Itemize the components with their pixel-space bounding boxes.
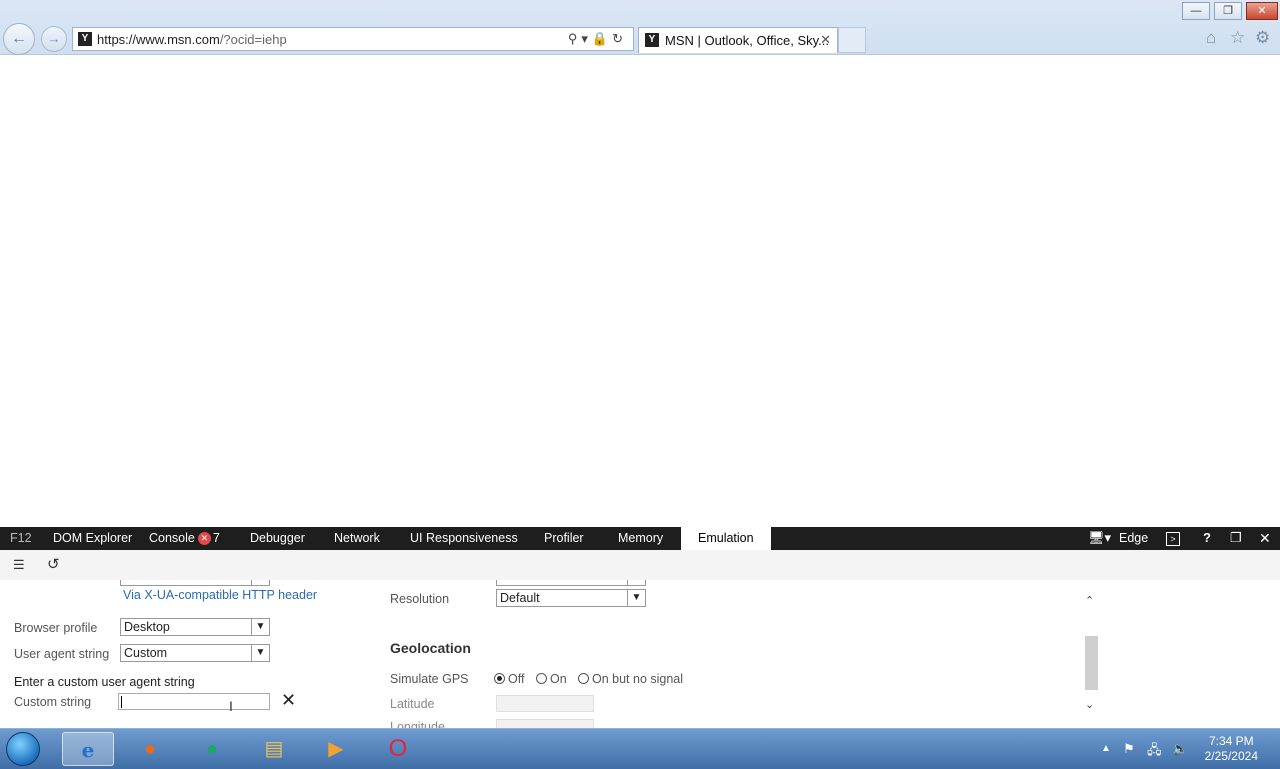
devtools-tab-bar: F12 DOM Explorer Console ✕ 7 Debugger Netw… bbox=[0, 527, 1280, 550]
resolution-label: Resolution bbox=[390, 592, 450, 606]
refresh-icon[interactable]: ↻ bbox=[612, 31, 627, 46]
windows-taskbar: e ● ● ▤ ▶ O ▲ ⚑ 🖧 🔈 7:34 PM 2/25/2024 bbox=[0, 728, 1280, 769]
msn-favicon-icon: Y bbox=[78, 32, 92, 46]
simulate-gps-label: Simulate GPS bbox=[390, 672, 469, 686]
text-caret bbox=[121, 696, 122, 708]
close-tab-icon[interactable]: ✕ bbox=[820, 32, 831, 48]
settings-gear-icon[interactable]: ⚙ bbox=[1255, 28, 1270, 48]
file-explorer-icon[interactable]: ▤ bbox=[248, 732, 300, 766]
forward-arrow-icon: → bbox=[47, 31, 61, 46]
tab-network[interactable]: Network bbox=[334, 531, 380, 545]
resolution-select[interactable]: Default ▼ bbox=[496, 589, 646, 607]
emulation-panel: Via X-UA-compatible HTTP header Browser … bbox=[0, 580, 1100, 728]
clear-icon[interactable]: ✕ bbox=[281, 690, 296, 711]
address-actions: ⚲▾🔒↻ bbox=[568, 31, 627, 47]
user-agent-select[interactable]: Custom ▼ bbox=[120, 644, 270, 662]
chevron-down-icon: ▼ bbox=[627, 590, 645, 606]
geolocation-heading: Geolocation bbox=[390, 640, 471, 656]
latitude-label: Latitude bbox=[390, 697, 435, 711]
tab-memory[interactable]: Memory bbox=[618, 531, 663, 545]
radio-icon bbox=[578, 673, 589, 684]
edge-icon[interactable]: ● bbox=[186, 732, 238, 766]
page-viewport[interactable] bbox=[0, 55, 1280, 527]
i-beam-cursor: I bbox=[229, 698, 233, 714]
firefox-icon[interactable]: ● bbox=[124, 732, 176, 766]
browser-profile-label: Browser profile bbox=[14, 621, 98, 635]
show-hidden-icons[interactable]: ▲ bbox=[1101, 743, 1111, 754]
custom-string-input[interactable] bbox=[118, 693, 270, 710]
tab-ui-responsiveness[interactable]: UI Responsiveness bbox=[410, 531, 518, 545]
radio-icon bbox=[536, 673, 547, 684]
favorites-star-icon[interactable]: ☆ bbox=[1230, 28, 1245, 48]
close-devtools-icon[interactable]: ✕ bbox=[1259, 530, 1271, 547]
tab-dom-explorer[interactable]: DOM Explorer bbox=[53, 531, 132, 545]
scroll-up-icon[interactable]: ⌃ bbox=[1085, 594, 1094, 607]
console-error-count: 7 bbox=[212, 531, 220, 545]
scroll-down-icon[interactable]: ⌄ bbox=[1085, 698, 1094, 711]
internet-explorer-icon[interactable]: e bbox=[62, 732, 114, 766]
document-mode-select[interactable] bbox=[120, 580, 270, 586]
chevron-down-icon: ▼ bbox=[251, 619, 269, 635]
tab-profiler[interactable]: Profiler bbox=[544, 531, 584, 545]
close-window-button[interactable]: ✕ bbox=[1246, 2, 1278, 20]
dropdown-icon[interactable]: ▾ bbox=[581, 31, 592, 46]
msn-favicon-icon: Y bbox=[645, 33, 659, 47]
volume-icon[interactable]: 🔈 bbox=[1172, 741, 1188, 757]
xua-header-link[interactable]: Via X-UA-compatible HTTP header bbox=[123, 588, 317, 602]
custom-ua-heading: Enter a custom user agent string bbox=[14, 675, 195, 689]
panel-scrollbar[interactable]: ⌃ ⌄ bbox=[1083, 580, 1100, 728]
minimize-button[interactable]: — bbox=[1182, 2, 1210, 20]
emulation-toolbar: ☰ ↺ bbox=[0, 550, 1280, 581]
custom-string-label: Custom string bbox=[14, 695, 92, 709]
start-button[interactable] bbox=[6, 732, 40, 766]
system-clock[interactable]: 7:34 PM 2/25/2024 bbox=[1205, 734, 1258, 764]
latitude-input bbox=[496, 695, 594, 712]
undock-icon[interactable]: ❐ bbox=[1230, 530, 1242, 546]
media-player-icon[interactable]: ▶ bbox=[310, 732, 362, 766]
back-button[interactable]: ← bbox=[3, 23, 35, 55]
radio-icon bbox=[494, 673, 505, 684]
new-tab-button[interactable] bbox=[838, 27, 866, 53]
flag-icon[interactable]: ⚑ bbox=[1123, 741, 1135, 757]
settings-list-icon[interactable]: ☰ bbox=[13, 557, 25, 573]
url-text[interactable]: https://www.msn.com/?ocid=iehp bbox=[97, 32, 287, 47]
back-arrow-icon: ← bbox=[11, 30, 27, 47]
tab-f12: F12 bbox=[10, 531, 32, 545]
tab-msn[interactable]: Y MSN | Outlook, Office, Sky... ✕ bbox=[638, 27, 838, 53]
console-pane-icon[interactable]: > bbox=[1166, 532, 1180, 546]
document-mode-value[interactable]: Edge bbox=[1119, 531, 1148, 545]
longitude-label: Longitude bbox=[390, 720, 445, 728]
search-icon[interactable]: ⚲ bbox=[568, 31, 582, 46]
document-mode-icon[interactable]: 🖥▾ bbox=[1088, 530, 1111, 546]
gps-option-no-signal[interactable]: On but no signal bbox=[578, 672, 683, 686]
network-icon[interactable]: 🖧 bbox=[1147, 741, 1162, 763]
scroll-thumb[interactable] bbox=[1085, 636, 1098, 690]
reset-icon[interactable]: ↺ bbox=[47, 555, 60, 573]
chevron-down-icon: ▼ bbox=[251, 645, 269, 661]
user-agent-label: User agent string bbox=[14, 647, 110, 661]
error-icon: ✕ bbox=[197, 532, 211, 545]
gps-option-on[interactable]: On bbox=[536, 672, 567, 686]
longitude-input bbox=[496, 719, 594, 728]
tab-debugger[interactable]: Debugger bbox=[250, 531, 305, 545]
panel-empty-area bbox=[1100, 580, 1280, 728]
clock-date: 2/25/2024 bbox=[1204, 749, 1258, 763]
orientation-select[interactable] bbox=[496, 580, 646, 586]
forward-button[interactable]: → bbox=[41, 26, 67, 52]
opera-icon[interactable]: O bbox=[372, 732, 424, 766]
gps-option-off[interactable]: Off bbox=[494, 672, 524, 686]
tab-emulation[interactable]: Emulation bbox=[681, 527, 771, 550]
address-bar[interactable]: Y https://www.msn.com/?ocid=iehp ⚲▾🔒↻ bbox=[72, 27, 634, 51]
lock-icon[interactable]: 🔒 bbox=[592, 31, 612, 46]
restore-button[interactable]: ❐ bbox=[1214, 2, 1242, 20]
help-icon[interactable]: ? bbox=[1203, 530, 1211, 545]
browser-profile-select[interactable]: Desktop ▼ bbox=[120, 618, 270, 636]
browser-title-bar: — ❐ ✕ ← → Y https://www.msn.com/?ocid=ie… bbox=[0, 0, 1280, 55]
home-icon[interactable]: ⌂ bbox=[1206, 28, 1216, 48]
tab-title: MSN | Outlook, Office, Sky... bbox=[665, 33, 829, 48]
tab-console[interactable]: Console ✕ 7 bbox=[149, 531, 220, 545]
clock-time: 7:34 PM bbox=[1208, 734, 1254, 748]
